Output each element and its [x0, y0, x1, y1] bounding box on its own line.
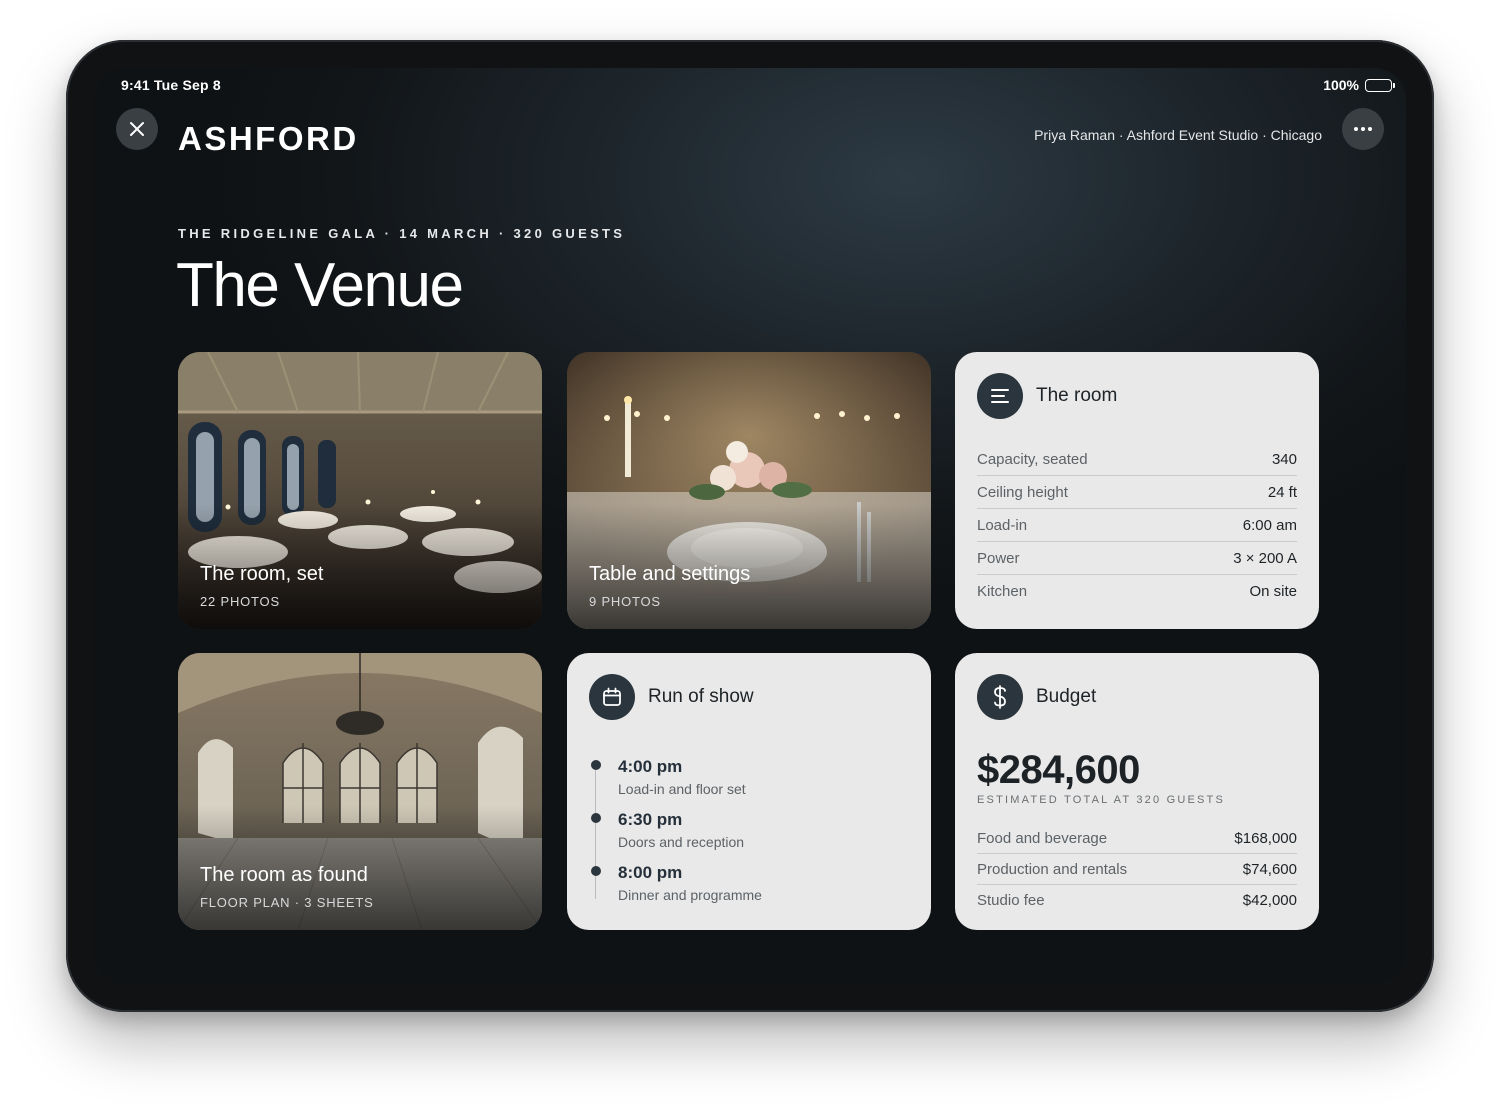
- user-meta: Priya Raman · Ashford Event Studio · Chi…: [1034, 127, 1322, 143]
- spec-row: Power 3 × 200 A: [977, 542, 1297, 575]
- budget-card[interactable]: Budget $284,600 ESTIMATED TOTAL AT 320 G…: [955, 653, 1319, 930]
- status-time: 9:41 Tue Sep 8: [121, 77, 221, 93]
- spec-label: Power: [977, 549, 1020, 567]
- spec-value: On site: [1249, 583, 1297, 600]
- budget-label: Production and rentals: [977, 860, 1128, 878]
- photo-title: The room as found: [200, 864, 368, 886]
- budget-total: $284,600: [977, 748, 1140, 792]
- spec-label: Ceiling height: [977, 483, 1068, 501]
- budget-row: Food and beverage $168,000: [977, 823, 1297, 854]
- spec-label: Kitchen: [977, 583, 1028, 600]
- brand-logo: ASHFORD: [178, 120, 359, 157]
- budget-value: $74,600: [1242, 860, 1297, 878]
- card-title: Budget: [1036, 686, 1097, 707]
- page-title: The Venue: [176, 251, 464, 320]
- timeline-item: 4:00 pm Load-in and floor set: [591, 757, 762, 810]
- spec-value: 3 × 200 A: [1233, 549, 1297, 567]
- timeline-item: 8:00 pm Dinner and programme: [591, 863, 762, 916]
- budget-value: $42,000: [1242, 892, 1297, 909]
- card-title: The room: [1036, 385, 1118, 406]
- close-icon: [130, 122, 144, 136]
- timeline: 4:00 pm Load-in and floor set 6:30 pm Do…: [591, 757, 762, 916]
- more-icon: [1354, 127, 1372, 131]
- budget-label: Studio fee: [977, 892, 1045, 909]
- timeline-desc: Doors and reception: [618, 834, 745, 850]
- timeline-desc: Dinner and programme: [618, 887, 762, 903]
- spec-label: Load-in: [977, 516, 1028, 534]
- list-icon: [977, 373, 1023, 419]
- spec-value: 6:00 am: [1242, 516, 1297, 534]
- close-button[interactable]: [116, 108, 158, 150]
- spec-value: 340: [1271, 450, 1297, 468]
- photo-tile-table-settings[interactable]: Table and settings 9 PHOTOS: [567, 352, 931, 629]
- battery-percent: 100%: [1323, 77, 1359, 93]
- timeline-time: 4:00 pm: [618, 757, 683, 776]
- budget-lines: Food and beverage $168,000 Production an…: [977, 823, 1297, 916]
- photo-tile-room-found[interactable]: The room as found FLOOR PLAN · 3 SHEETS: [178, 653, 542, 930]
- photo-title: Table and settings: [589, 563, 751, 585]
- spec-label: Capacity, seated: [977, 450, 1088, 468]
- photo-count: 9 PHOTOS: [589, 594, 661, 609]
- spec-row: Capacity, seated 340: [977, 443, 1297, 476]
- run-of-show-card[interactable]: Run of show 4:00 pm Load-in and floor se…: [567, 653, 931, 930]
- timeline-desc: Load-in and floor set: [618, 781, 746, 797]
- room-card[interactable]: The room Capacity, seated 340 Ceiling he…: [955, 352, 1319, 629]
- photo-count: 22 PHOTOS: [200, 594, 280, 609]
- budget-row: Production and rentals $74,600: [977, 854, 1297, 885]
- spec-row: Kitchen On site: [977, 575, 1297, 608]
- timeline-item: 6:30 pm Doors and reception: [591, 810, 762, 863]
- more-button[interactable]: [1342, 108, 1384, 150]
- photo-title: The room, set: [200, 563, 324, 585]
- budget-label: Food and beverage: [977, 829, 1108, 847]
- spec-row: Ceiling height 24 ft: [977, 476, 1297, 509]
- dollar-icon: [977, 674, 1023, 720]
- tablet-frame: 9:41 Tue Sep 8 100% ASHFORD Priya Raman …: [66, 40, 1434, 1012]
- budget-value: $168,000: [1234, 829, 1297, 847]
- screen: 9:41 Tue Sep 8 100% ASHFORD Priya Raman …: [94, 68, 1406, 984]
- card-title: Run of show: [648, 686, 754, 707]
- timeline-time: 8:00 pm: [618, 863, 683, 882]
- photo-tile-room-set[interactable]: The room, set 22 PHOTOS: [178, 352, 542, 629]
- photo-count: FLOOR PLAN · 3 SHEETS: [200, 895, 374, 910]
- budget-row: Studio fee $42,000: [977, 885, 1297, 916]
- battery-icon: [1365, 78, 1395, 92]
- timeline-time: 6:30 pm: [618, 810, 683, 829]
- spec-value: 24 ft: [1267, 483, 1297, 501]
- status-battery: 100%: [1323, 77, 1395, 93]
- calendar-icon: [589, 674, 635, 720]
- event-eyebrow: THE RIDGELINE GALA · 14 MARCH · 320 GUES…: [178, 226, 626, 241]
- budget-caption: ESTIMATED TOTAL AT 320 GUESTS: [977, 794, 1226, 806]
- room-specs: Capacity, seated 340 Ceiling height 24 f…: [977, 443, 1297, 608]
- spec-row: Load-in 6:00 am: [977, 509, 1297, 542]
